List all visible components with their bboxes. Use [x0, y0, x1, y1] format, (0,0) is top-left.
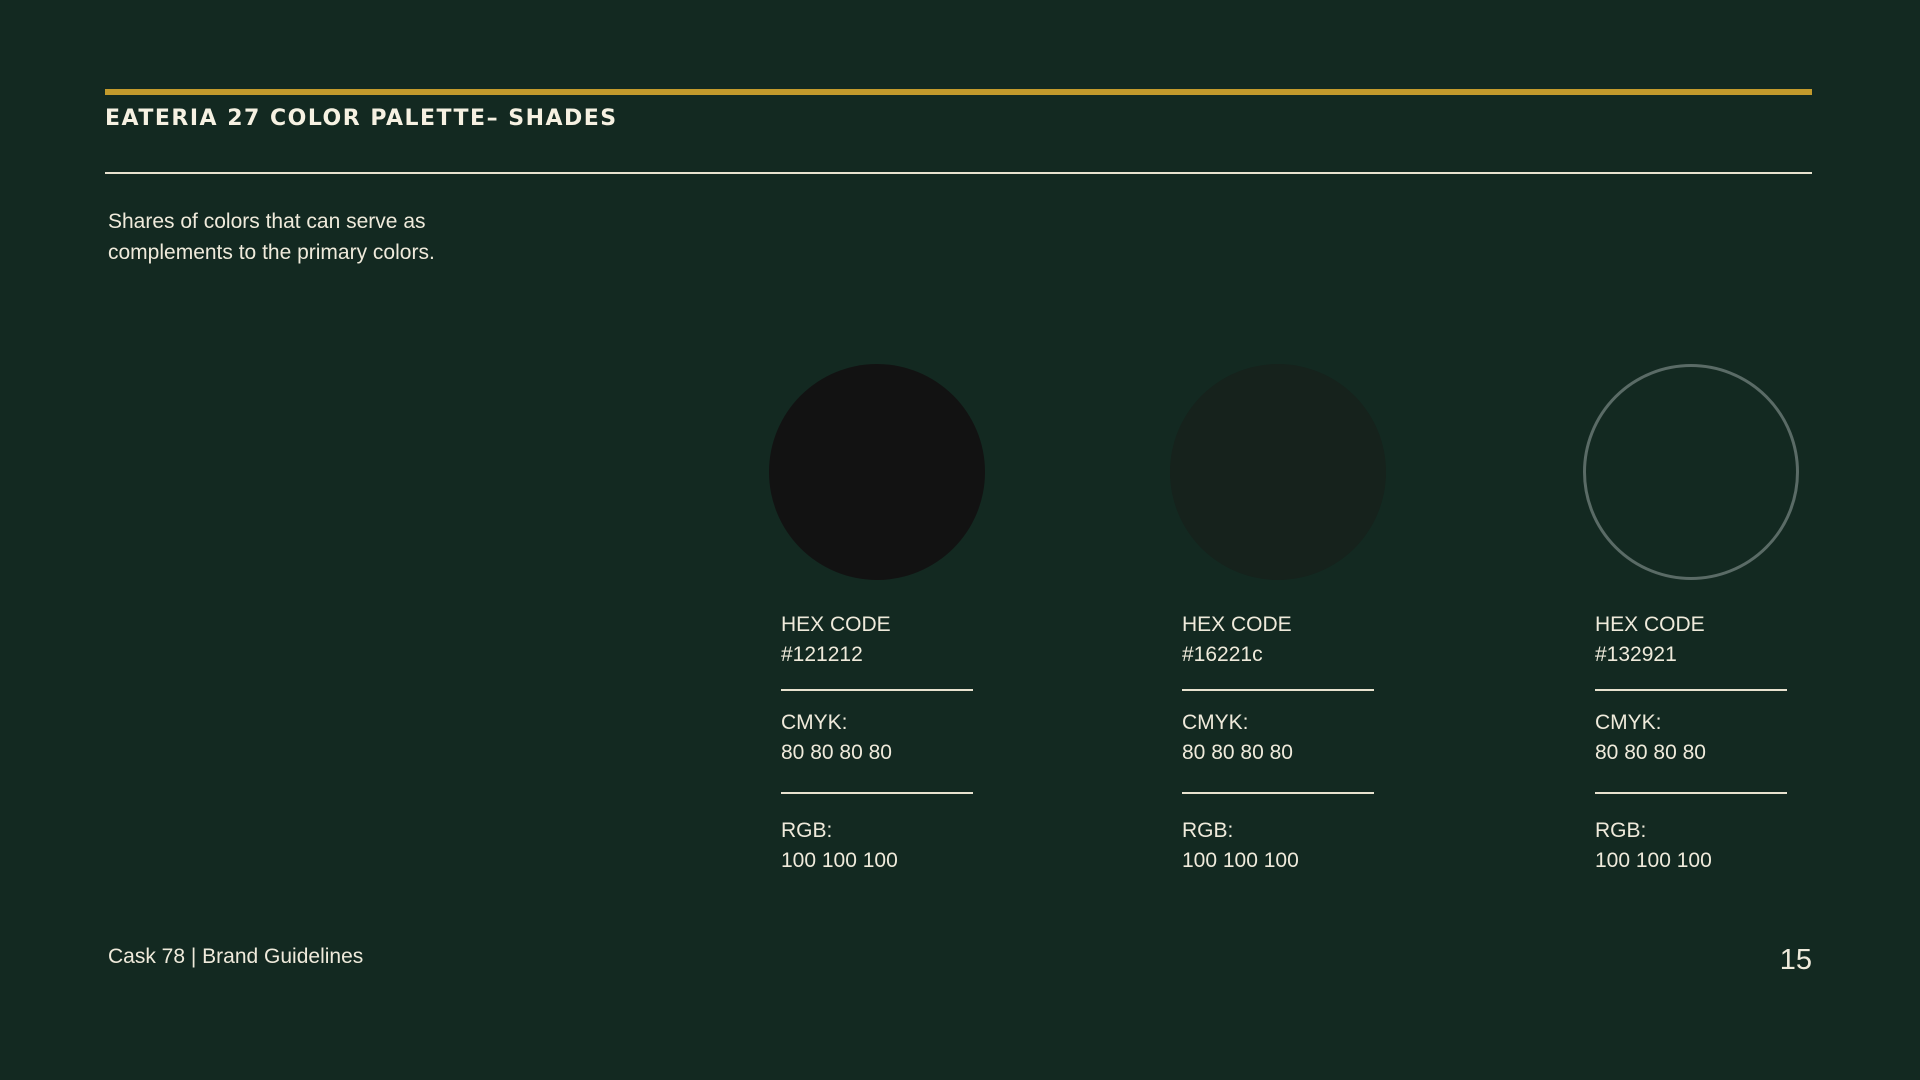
swatch-circle — [1170, 364, 1386, 580]
swatch-info: HEX CODE #121212 CMYK: 80 80 80 80 RGB: … — [769, 610, 973, 876]
hex-label: HEX CODE — [1182, 613, 1292, 636]
hex-value: #16221c — [1182, 643, 1263, 666]
swatch-circle — [1583, 364, 1799, 580]
cmyk-label: CMYK: — [1595, 711, 1662, 734]
hex-label: HEX CODE — [781, 613, 891, 636]
cmyk-value: 80 80 80 80 — [1182, 741, 1293, 764]
intro-line-1: Shares of colors that can serve as — [108, 210, 426, 233]
rgb-value: 100 100 100 — [1595, 849, 1712, 872]
swatch-2: HEX CODE #16221c CMYK: 80 80 80 80 RGB: … — [1170, 364, 1400, 876]
header-accent-rule — [105, 89, 1812, 95]
footer-brand-text: Cask 78 | Brand Guidelines — [108, 945, 364, 968]
rgb-value: 100 100 100 — [1182, 849, 1299, 872]
intro-text: Shares of colors that can serve as compl… — [108, 206, 528, 268]
info-divider — [1182, 689, 1374, 691]
rgb-value: 100 100 100 — [781, 849, 898, 872]
info-divider — [781, 792, 973, 794]
hex-value: #132921 — [1595, 643, 1677, 666]
cmyk-value: 80 80 80 80 — [781, 741, 892, 764]
swatch-circle — [769, 364, 985, 580]
info-divider — [1182, 792, 1374, 794]
rgb-label: RGB: — [781, 819, 833, 842]
cmyk-label: CMYK: — [1182, 711, 1249, 734]
hex-value: #121212 — [781, 643, 863, 666]
intro-line-2: complements to the primary colors. — [108, 241, 435, 264]
swatch-info: HEX CODE #16221c CMYK: 80 80 80 80 RGB: … — [1170, 610, 1374, 876]
cmyk-label: CMYK: — [781, 711, 848, 734]
page-number: 15 — [1779, 944, 1812, 976]
hex-label: HEX CODE — [1595, 613, 1705, 636]
info-divider — [781, 689, 973, 691]
swatch-info: HEX CODE #132921 CMYK: 80 80 80 80 RGB: … — [1583, 610, 1787, 876]
info-divider — [1595, 689, 1787, 691]
swatch-1: HEX CODE #121212 CMYK: 80 80 80 80 RGB: … — [769, 364, 999, 876]
info-divider — [1595, 792, 1787, 794]
cmyk-value: 80 80 80 80 — [1595, 741, 1706, 764]
header-divider — [105, 172, 1812, 174]
rgb-label: RGB: — [1182, 819, 1234, 842]
rgb-label: RGB: — [1595, 819, 1647, 842]
swatch-3: HEX CODE #132921 CMYK: 80 80 80 80 RGB: … — [1583, 364, 1813, 876]
page-title: EATERIA 27 COLOR PALETTE– SHADES — [105, 106, 618, 131]
